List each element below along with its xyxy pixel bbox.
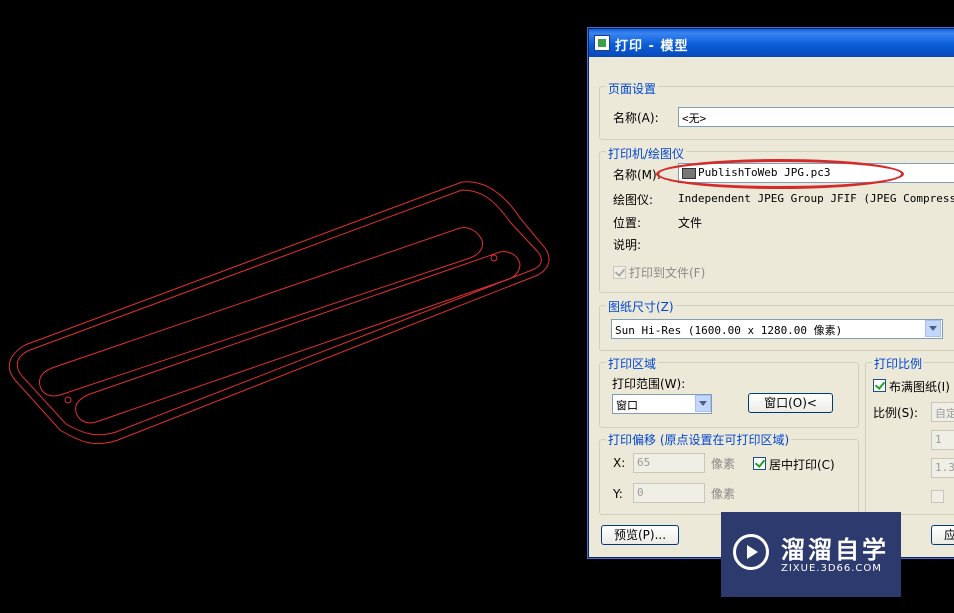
offset-x-input[interactable]: 65 <box>633 453 705 473</box>
cad-outline-middle <box>16 189 542 436</box>
center-plot-label: 居中打印(C) <box>769 458 835 472</box>
offset-x-unit: 像素 <box>711 457 736 471</box>
offset-y-input[interactable]: 0 <box>633 483 705 503</box>
scale-lineweights-checkbox[interactable] <box>931 490 944 503</box>
window-select-button[interactable]: 窗口(O)< <box>748 393 833 413</box>
paper-size-dropdown-icon[interactable] <box>925 320 941 337</box>
print-to-file-label: 打印到文件(F) <box>629 266 706 280</box>
watermark-badge: 溜溜自学 ZIXUE.3D66.COM <box>721 512 901 597</box>
plotter-label: 绘图仪: <box>613 193 654 207</box>
scale-select[interactable]: 自定 <box>931 402 954 422</box>
plot-offset-legend: 打印偏移 (原点设置在可打印区域) <box>606 431 792 448</box>
scale-value-1-input[interactable]: 1 <box>931 430 954 450</box>
apply-button[interactable]: 应 <box>931 525 954 545</box>
fit-to-paper-label: 布满图纸(I) <box>889 380 950 394</box>
description-label: 说明: <box>613 238 642 252</box>
play-logo-icon <box>733 534 769 570</box>
offset-y-label: Y: <box>613 487 623 501</box>
paper-size-select[interactable]: Sun Hi-Res (1600.00 x 1280.00 像素) <box>611 319 943 339</box>
offset-x-label: X: <box>613 456 626 470</box>
center-plot-checkbox[interactable] <box>753 457 766 470</box>
plotter-value: Independent JPEG Group JFIF (JPEG Compre… <box>678 192 954 205</box>
printer-name-label: 名称(M): <box>613 168 661 182</box>
dialog-title: 打印 - 模型 <box>615 39 689 54</box>
preview-button[interactable]: 预览(P)... <box>601 525 679 545</box>
print-to-file-checkbox[interactable] <box>613 266 626 279</box>
location-label: 位置: <box>613 216 642 230</box>
page-setup-legend: 页面设置 <box>606 80 659 97</box>
print-dialog: 打印 - 模型 页面设置 名称(A): <无> 打印机/绘图仪 名称(M): P… <box>588 28 954 558</box>
page-setup-name-select[interactable]: <无> <box>678 107 954 127</box>
watermark-title: 溜溜自学 <box>781 536 889 564</box>
plot-range-dropdown-icon[interactable] <box>695 395 711 412</box>
autocad-app-icon <box>594 35 610 51</box>
watermark-subtitle: ZIXUE.3D66.COM <box>781 563 882 574</box>
highlight-ellipse <box>656 159 904 189</box>
plot-offset-group <box>599 439 859 515</box>
offset-y-unit: 像素 <box>711 487 736 501</box>
paper-size-legend: 图纸尺寸(Z) <box>606 298 676 315</box>
dialog-title-bar[interactable]: 打印 - 模型 <box>589 29 954 57</box>
cad-inner-slot-1 <box>39 227 483 397</box>
cad-point-marker <box>64 396 72 404</box>
plot-scale-legend: 打印比例 <box>872 355 925 372</box>
location-value: 文件 <box>678 216 703 230</box>
cad-outline-outer <box>8 181 550 445</box>
scale-label: 比例(S): <box>873 406 919 420</box>
cad-point-marker <box>490 254 498 262</box>
fit-to-paper-checkbox[interactable] <box>873 379 886 392</box>
page-setup-name-label: 名称(A): <box>613 111 659 125</box>
plot-area-legend: 打印区域 <box>606 355 659 372</box>
scale-value-2-input[interactable]: 1.31 <box>931 458 954 478</box>
printer-legend: 打印机/绘图仪 <box>606 145 687 162</box>
plot-range-label: 打印范围(W): <box>612 377 686 391</box>
